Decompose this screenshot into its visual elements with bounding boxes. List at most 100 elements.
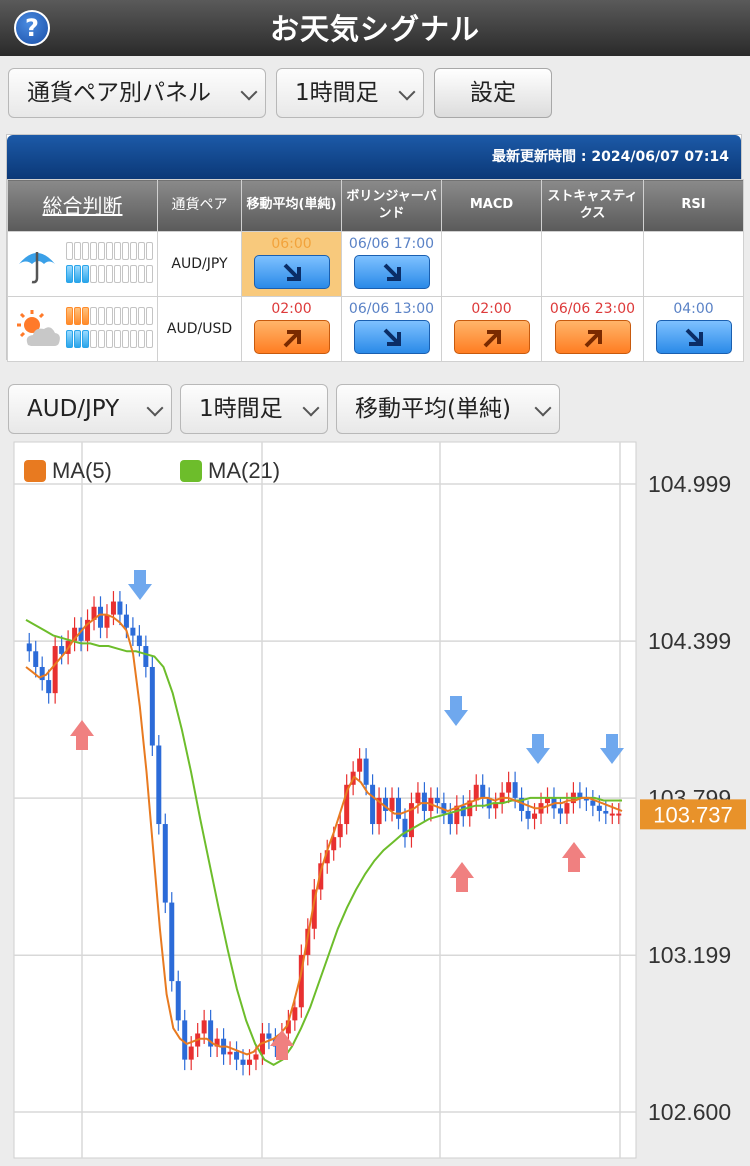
candle-body xyxy=(110,601,116,615)
timeframe-value: 1時間足 xyxy=(295,80,379,106)
candle-body xyxy=(512,782,518,798)
header-overall[interactable]: 総合判断 xyxy=(7,179,158,232)
signal-cell-bollinger[interactable]: 06/06 17:00 xyxy=(341,231,442,297)
candle-body xyxy=(525,810,531,819)
candle-body xyxy=(292,1007,298,1021)
signal-cell-stoch xyxy=(541,231,644,297)
umbrella-icon xyxy=(19,252,55,284)
candle-body xyxy=(396,797,401,819)
candle-body xyxy=(201,1020,207,1034)
chart-timeframe-value: 1時間足 xyxy=(199,396,283,422)
candle-body xyxy=(98,606,103,628)
signal-cell-bollinger[interactable]: 06/06 13:00 xyxy=(341,296,442,362)
pair-select[interactable]: AUD/JPY xyxy=(8,384,172,434)
candle-body xyxy=(357,758,363,772)
signal-cell-rsi xyxy=(643,231,744,297)
chart-plot-area xyxy=(13,441,637,1159)
arrow-down-right-icon xyxy=(383,263,401,281)
header-bollinger: ボリンジャーバンド xyxy=(341,179,442,232)
pair-cell: AUD/JPY xyxy=(157,231,242,297)
arrow-down-right-icon xyxy=(383,328,401,346)
candle-body xyxy=(609,813,615,816)
signal-cell-rsi[interactable]: 04:00 xyxy=(643,296,744,362)
candle-body xyxy=(162,824,168,903)
up-arrow-button[interactable] xyxy=(453,319,530,354)
y-axis-ticks: 104.999104.399103.799103.199102.600 xyxy=(648,471,731,1125)
arrow-down-right-icon xyxy=(685,328,703,346)
gauge-upper xyxy=(66,242,153,260)
overall-judgement xyxy=(8,232,157,296)
table-row[interactable]: AUD/USD 02:00 06/06 13:00 02:00 06/06 23… xyxy=(7,296,744,362)
signal-cell-ma[interactable]: 02:00 xyxy=(241,296,342,362)
indicator-select[interactable]: 移動平均(単純) xyxy=(336,384,560,434)
candle-body xyxy=(337,824,343,838)
signal-cell-stoch[interactable]: 06/06 23:00 xyxy=(541,296,644,362)
header-ma: 移動平均(単純) xyxy=(241,179,342,232)
y-tick-label: 103.199 xyxy=(648,942,731,968)
table-row[interactable]: AUD/JPY 06:00 06/06 17:00 xyxy=(7,231,744,297)
legend-label-ma21: MA(21) xyxy=(208,458,280,483)
signal-time: 02:00 xyxy=(271,300,312,317)
candle-body xyxy=(123,614,129,628)
sun-cloud-icon xyxy=(17,310,60,346)
signal-cell-macd[interactable]: 02:00 xyxy=(441,296,542,362)
chart-svg[interactable]: MA(5) MA(21) 104.999104.399103.799103.19… xyxy=(6,438,750,1160)
pair-value: AUD/JPY xyxy=(27,396,120,422)
candle-body xyxy=(557,808,563,814)
down-arrow-button[interactable] xyxy=(353,319,430,354)
chevron-down-icon xyxy=(146,399,164,417)
chart-timeframe-select[interactable]: 1時間足 xyxy=(180,384,328,434)
candle-body xyxy=(156,745,162,825)
legend-swatch-ma21 xyxy=(180,460,202,482)
candle-body xyxy=(363,758,369,785)
panel-mode-select[interactable]: 通貨ペア別パネル xyxy=(8,68,266,118)
candle-body xyxy=(415,792,421,804)
candle-body xyxy=(480,784,486,798)
signal-table: 総合判断 通貨ペア 移動平均(単純) ボリンジャーバンド MACD ストキャステ… xyxy=(7,179,744,362)
candle-body xyxy=(447,813,453,825)
page-title: お天気シグナル xyxy=(269,12,480,46)
chevron-down-icon xyxy=(534,399,552,417)
candle-body xyxy=(532,813,538,819)
price-chart[interactable]: MA(5) MA(21) 104.999 104.399 103.799 103.19… xyxy=(6,438,750,1160)
candle-body xyxy=(234,1051,240,1060)
settings-button[interactable]: 設定 xyxy=(434,68,552,118)
signal-time: 04:00 xyxy=(673,300,714,317)
candle-body xyxy=(104,614,110,628)
candle-body xyxy=(149,666,155,746)
candle-body xyxy=(188,1046,194,1060)
header-macd: MACD xyxy=(441,179,542,232)
down-arrow-button[interactable] xyxy=(253,254,330,289)
indicator-value: 移動平均(単純) xyxy=(355,396,511,422)
candle-body xyxy=(143,646,149,667)
candle-body xyxy=(421,792,427,811)
panel-mode-value: 通貨ペア別パネル xyxy=(27,80,211,106)
signal-time: 06/06 17:00 xyxy=(348,235,435,252)
arrow-up-right-icon xyxy=(584,329,602,347)
gauge-lower xyxy=(66,265,153,283)
legend-label-ma5: MA(5) xyxy=(52,458,112,483)
y-tick-label: 102.600 xyxy=(648,1099,731,1125)
chevron-down-icon xyxy=(398,83,416,101)
candle-body xyxy=(596,805,602,811)
down-arrow-button[interactable] xyxy=(353,254,430,289)
chevron-down-icon xyxy=(240,83,258,101)
header-stoch: ストキャスティクス xyxy=(541,179,644,232)
signal-cell-ma[interactable]: 06:00 xyxy=(241,231,342,297)
pair-cell: AUD/USD xyxy=(157,296,242,362)
current-price-tag: 103.737 xyxy=(640,799,746,830)
app-header: ? お天気シグナル xyxy=(0,0,750,56)
up-arrow-button[interactable] xyxy=(253,319,330,354)
overall-judgement xyxy=(8,297,157,361)
down-arrow-button[interactable] xyxy=(655,319,732,354)
legend-swatch-ma5 xyxy=(24,460,46,482)
candle-body xyxy=(247,1059,252,1065)
last-updated: 最新更新時間 : 2024/06/07 07:14 xyxy=(7,135,741,179)
up-arrow-button[interactable] xyxy=(554,319,631,354)
timeframe-select[interactable]: 1時間足 xyxy=(276,68,424,118)
candle-body xyxy=(506,782,512,793)
candle-body xyxy=(46,680,52,694)
candle-body xyxy=(266,1033,272,1039)
arrow-down-right-icon xyxy=(283,263,301,281)
candle-body xyxy=(136,635,142,647)
